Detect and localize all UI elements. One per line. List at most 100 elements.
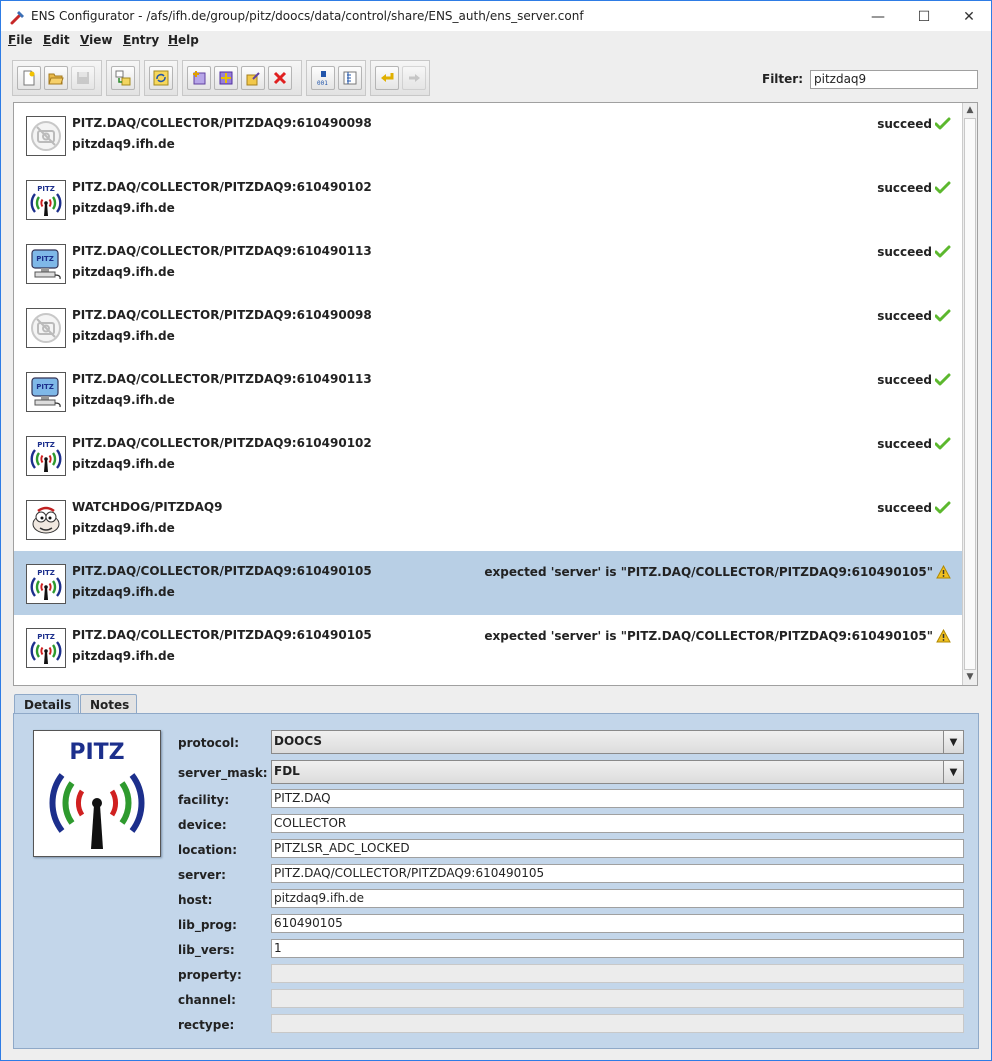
menu-entry-label: ntry: [131, 33, 160, 47]
entry-status: succeed: [877, 117, 951, 131]
columns-button[interactable]: [338, 66, 362, 90]
filter-input[interactable]: pitzdaq9: [810, 70, 978, 89]
protocol-label: protocol:: [178, 736, 240, 750]
refresh-button[interactable]: [149, 66, 173, 90]
add-entry-button[interactable]: [187, 66, 211, 90]
menu-file[interactable]: File: [8, 33, 33, 47]
menu-edit[interactable]: Edit: [43, 33, 70, 47]
menu-help-label: elp: [178, 33, 199, 47]
checkmark-icon: [935, 373, 951, 386]
add-multiple-button[interactable]: [214, 66, 238, 90]
server-mask-label: server_mask:: [178, 766, 268, 780]
toolbar-group-history: [370, 60, 430, 96]
entry-status: succeed: [877, 501, 951, 515]
pitz-computer-icon: PITZ: [26, 372, 66, 412]
entry-host: pitzdaq9.ifh.de: [72, 201, 175, 215]
checkmark-icon: [935, 437, 951, 450]
host-label: host:: [178, 893, 213, 907]
entry-row[interactable]: PITZ PITZ.DAQ/COLLECTOR/PITZDAQ9:61049010…: [14, 423, 963, 487]
numbering-button[interactable]: 001: [311, 66, 335, 90]
entry-row[interactable]: WATCHDOG/PITZDAQ9 pitzdaq9.ifh.de succeed: [14, 487, 963, 551]
property-label: property:: [178, 968, 242, 982]
tab-notes[interactable]: Notes: [80, 694, 137, 715]
maximize-button[interactable]: ☐: [901, 1, 947, 32]
entry-host: pitzdaq9.ifh.de: [72, 585, 175, 599]
new-file-button[interactable]: [17, 66, 41, 90]
chevron-down-icon[interactable]: ▼: [943, 761, 963, 783]
checkmark-icon: [935, 117, 951, 130]
menu-help-mnemonic: H: [168, 33, 179, 47]
redo-button[interactable]: [402, 66, 426, 90]
location-label: location:: [178, 843, 238, 857]
menu-entry[interactable]: Entry: [123, 33, 159, 47]
device-field[interactable]: COLLECTOR: [271, 814, 964, 833]
watchdog-icon: [26, 500, 66, 540]
device-label: device:: [178, 818, 227, 832]
scroll-down-arrow[interactable]: ▼: [963, 670, 977, 685]
delete-icon: [273, 71, 287, 85]
pitz-logo-icon: PITZ: [33, 730, 161, 857]
checkmark-icon: [935, 181, 951, 194]
menu-view-label: iew: [89, 33, 113, 47]
chevron-down-icon[interactable]: ▼: [943, 731, 963, 753]
server-label: server:: [178, 868, 226, 882]
title-bar: ENS Configurator - /afs/ifh.de/group/pit…: [0, 0, 992, 31]
toolbar-group-file: [12, 60, 102, 96]
entry-row[interactable]: PITZ PITZ.DAQ/COLLECTOR/PITZDAQ9:61049011…: [14, 359, 963, 423]
scroll-up-arrow[interactable]: ▲: [963, 103, 977, 118]
import-button[interactable]: [111, 66, 135, 90]
pitz-computer-icon: PITZ: [26, 244, 66, 284]
lib-prog-field[interactable]: 610490105: [271, 914, 964, 933]
warning-icon: [936, 565, 951, 579]
entry-status: expected 'server' is "PITZ.DAQ/COLLECTOR…: [484, 565, 951, 579]
open-file-button[interactable]: [44, 66, 68, 90]
pitz-antenna-icon: PITZ: [26, 564, 66, 604]
refresh-icon: [153, 70, 169, 86]
entry-name: PITZ.DAQ/COLLECTOR/PITZDAQ9:610490102: [72, 436, 372, 450]
save-button[interactable]: [71, 66, 95, 90]
location-field[interactable]: PITZLSR_ADC_LOCKED: [271, 839, 964, 858]
entry-row[interactable]: PITZ.DAQ/COLLECTOR/PITZDAQ9:610490098 pit…: [14, 295, 963, 359]
save-icon: [77, 72, 89, 84]
entry-row[interactable]: PITZ PITZ.DAQ/COLLECTOR/PITZDAQ9:61049011…: [14, 231, 963, 295]
entry-row[interactable]: PITZ PITZ.DAQ/COLLECTOR/PITZDAQ9:61049010…: [14, 615, 963, 679]
number-icon: 001: [317, 71, 328, 86]
lib-vers-field[interactable]: 1: [271, 939, 964, 958]
entry-row[interactable]: PITZ PITZ.DAQ/COLLECTOR/PITZDAQ9:61049010…: [14, 551, 963, 615]
undo-button[interactable]: [375, 66, 399, 90]
protocol-select[interactable]: DOOCS ▼: [271, 730, 964, 754]
pitz-antenna-icon: PITZ: [26, 628, 66, 668]
entry-row[interactable]: PITZ.DAQ/COLLECTOR/PITZDAQ9:610490098 pit…: [14, 103, 963, 167]
toolbar-group-entry: [182, 60, 302, 96]
filter-label: Filter:: [762, 72, 804, 86]
entry-row[interactable]: PITZ PITZ.DAQ/COLLECTOR/PITZDAQ9:61049010…: [14, 167, 963, 231]
rectype-field[interactable]: [271, 1014, 964, 1033]
columns-icon: [343, 71, 357, 85]
edit-entry-button[interactable]: [241, 66, 265, 90]
entry-status: succeed: [877, 181, 951, 195]
wrench-icon: [10, 11, 24, 25]
host-field[interactable]: pitzdaq9.ifh.de: [271, 889, 964, 908]
close-window-button[interactable]: ✕: [946, 1, 992, 32]
channel-field[interactable]: [271, 989, 964, 1008]
entry-host: pitzdaq9.ifh.de: [72, 265, 175, 279]
scroll-thumb[interactable]: [964, 118, 976, 670]
menu-view[interactable]: View: [80, 33, 112, 47]
property-field[interactable]: [271, 964, 964, 983]
entry-host: pitzdaq9.ifh.de: [72, 521, 175, 535]
delete-entry-button[interactable]: [268, 66, 292, 90]
menu-edit-mnemonic: E: [43, 33, 52, 47]
window-frame-left: [0, 31, 1, 1061]
server-mask-select[interactable]: FDL ▼: [271, 760, 964, 784]
checkmark-icon: [935, 245, 951, 258]
menu-file-label: ile: [16, 33, 33, 47]
entry-host: pitzdaq9.ifh.de: [72, 393, 175, 407]
minimize-button[interactable]: —: [855, 1, 901, 32]
server-field[interactable]: PITZ.DAQ/COLLECTOR/PITZDAQ9:610490105: [271, 864, 964, 883]
svg-text:PITZ: PITZ: [36, 383, 54, 391]
list-scrollbar[interactable]: ▲ ▼: [962, 103, 977, 685]
facility-field[interactable]: PITZ.DAQ: [271, 789, 964, 808]
svg-text:001: 001: [317, 80, 328, 86]
entry-status-text: succeed: [877, 437, 932, 451]
menu-help[interactable]: Help: [168, 33, 199, 47]
